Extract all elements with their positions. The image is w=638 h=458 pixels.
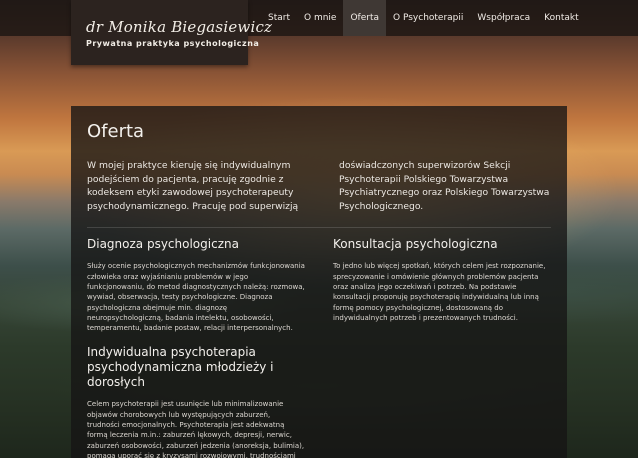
nav-item-oferta[interactable]: Oferta (343, 0, 387, 36)
brand-name: dr Monika Biegasiewicz (86, 18, 273, 36)
offer-sections: Diagnoza psychologiczna Służy ocenie psy… (87, 237, 551, 458)
nav-item-start[interactable]: Start (261, 0, 297, 36)
offer-column-left: Diagnoza psychologiczna Służy ocenie psy… (87, 237, 305, 458)
content-panel: Oferta W mojej praktyce kieruję się indy… (71, 106, 567, 458)
brand-subtitle: Prywatna praktyka psychologiczna (86, 39, 260, 48)
nav-item-o-psychoterapii[interactable]: O Psychoterapii (386, 0, 470, 36)
divider (87, 227, 551, 229)
offer-column-right: Konsultacja psychologiczna To jedno lub … (333, 237, 551, 458)
nav-item-wspolpraca[interactable]: Współpraca (470, 0, 537, 36)
section-text-diagnoza: Służy ocenie psychologicznych mechanizmó… (87, 262, 305, 333)
intro-right: doświadczonych superwizorów Sekcji Psych… (339, 160, 550, 212)
nav-item-kontakt[interactable]: Kontakt (537, 0, 585, 36)
section-title-konsultacja: Konsultacja psychologiczna (333, 237, 498, 252)
nav-item-o-mnie[interactable]: O mnie (297, 0, 343, 36)
section-text-psychoterapia: Celem psychoterapii jest usunięcie lub m… (87, 400, 305, 458)
main-nav: Start O mnie Oferta O Psychoterapii Wspó… (261, 0, 586, 36)
page-title: Oferta (87, 121, 145, 142)
section-title-psychoterapia: Indywidualna psychoterapia psychodynamic… (87, 345, 274, 390)
intro-left: W mojej praktyce kieruję się indywidualn… (87, 160, 299, 212)
section-text-konsultacja: To jedno lub więcej spotkań, których cel… (333, 262, 546, 322)
brand-logo-block[interactable]: dr Monika Biegasiewicz Prywatna praktyka… (71, 0, 273, 65)
intro-text: W mojej praktyce kieruję się indywidualn… (87, 159, 551, 213)
section-title-diagnoza: Diagnoza psychologiczna (87, 237, 239, 252)
